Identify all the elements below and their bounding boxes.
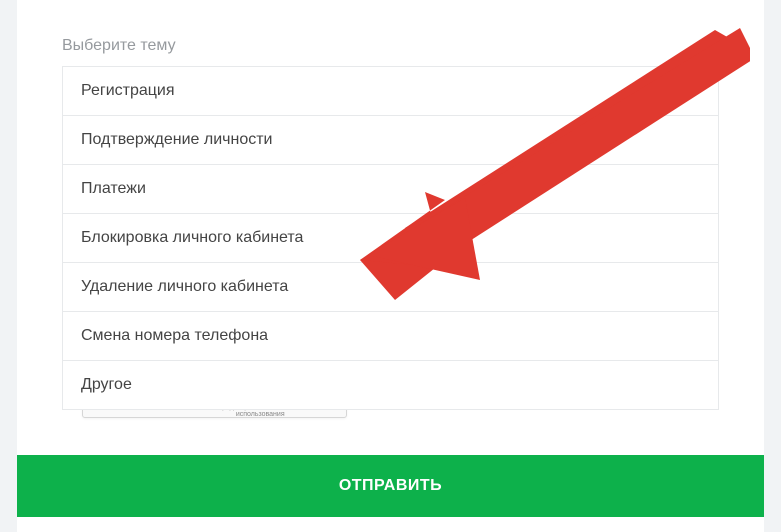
- topic-dropdown: Регистрация Подтверждение личности Плате…: [62, 66, 719, 410]
- topic-option-identity[interactable]: Подтверждение личности: [63, 116, 718, 165]
- topic-option-registration[interactable]: Регистрация: [63, 67, 718, 116]
- topic-option-payments[interactable]: Платежи: [63, 165, 718, 214]
- topic-option-delete-account[interactable]: Удаление личного кабинета: [63, 263, 718, 312]
- form-panel: Выберите тему Регистрация Подтверждение …: [17, 0, 764, 532]
- topic-select-label: Выберите тему: [62, 37, 176, 55]
- topic-select[interactable]: Выберите тему: [17, 0, 764, 66]
- topic-option-block-account[interactable]: Блокировка личного кабинета: [63, 214, 718, 263]
- topic-option-other[interactable]: Другое: [63, 361, 718, 409]
- topic-option-change-phone[interactable]: Смена номера телефона: [63, 312, 718, 361]
- submit-button[interactable]: ОТПРАВИТЬ: [17, 455, 764, 517]
- chevron-down-icon: [703, 35, 719, 56]
